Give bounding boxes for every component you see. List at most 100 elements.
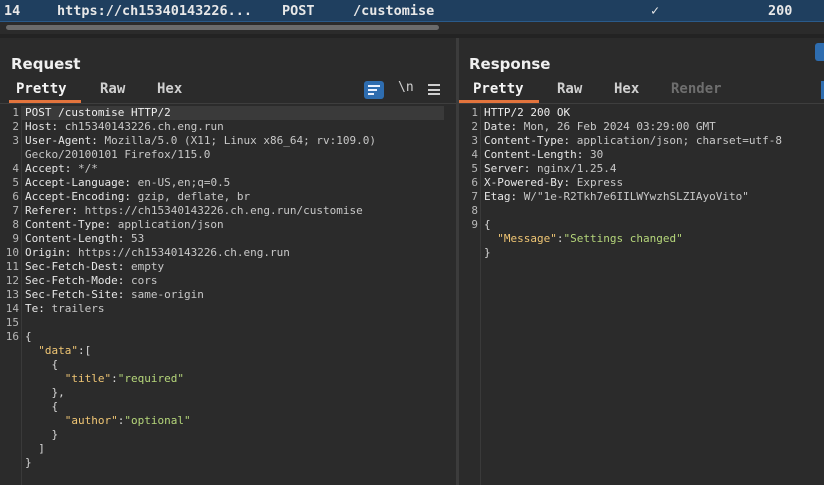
tab-response-raw[interactable]: Raw xyxy=(557,81,582,97)
scrollbar-thumb[interactable] xyxy=(6,25,439,30)
history-row-path: /customise xyxy=(353,3,435,19)
code-token: en-US,en;q=0.5 xyxy=(137,176,231,189)
code-token: } xyxy=(25,428,59,441)
tab-response-pretty[interactable]: Pretty xyxy=(473,81,524,97)
hamburger-menu-icon[interactable] xyxy=(428,84,440,95)
line-text: Content-Length: 30 xyxy=(484,148,603,162)
code-token: Server: xyxy=(484,162,537,175)
line-number: 3 xyxy=(12,134,19,147)
line-number: 15 xyxy=(5,316,19,329)
line-text: Te: trailers xyxy=(25,302,104,316)
wrap-lines-icon[interactable] xyxy=(364,81,384,99)
line-text: Sec-Fetch-Dest: empty xyxy=(25,260,164,274)
layout-toggle-button[interactable] xyxy=(815,43,824,61)
line-number: 11 xyxy=(5,260,19,273)
line-text: Origin: https://ch15340143226.ch.eng.run xyxy=(25,246,290,260)
code-token: nginx/1.25.4 xyxy=(536,162,617,175)
line-number: 14 xyxy=(5,302,19,315)
line-text: } xyxy=(25,428,58,442)
code-token: Accept-Language: xyxy=(25,176,138,189)
line-number: 8 xyxy=(12,218,19,231)
code-token: Sec-Fetch-Dest: xyxy=(25,260,131,273)
code-token: "author" xyxy=(64,414,118,427)
line-number: 8 xyxy=(471,204,478,217)
line-text: } xyxy=(25,456,32,470)
code-token: Accept-Encoding: xyxy=(25,190,138,203)
line-text: "author":"optional" xyxy=(25,414,191,428)
response-pane: Response Pretty Raw Hex Render 1 HTTP/2 2… xyxy=(459,38,824,485)
line-number: 6 xyxy=(471,176,478,189)
tab-strip-divider xyxy=(0,103,456,104)
line-text: HTTP/2 200 OK xyxy=(484,106,570,120)
code-token: W/"1e-R2Tkh7e6IILWYwzhSLZIAyoVito" xyxy=(523,190,749,203)
code-token: } xyxy=(484,246,491,259)
newline-toggle-button[interactable]: \n xyxy=(398,80,414,95)
code-token: trailers xyxy=(51,302,105,315)
line-text: User-Agent: Mozilla/5.0 (X11; Linux x86_… xyxy=(25,134,376,148)
tab-response-hex[interactable]: Hex xyxy=(614,81,639,97)
code-token: Sec-Fetch-Site: xyxy=(25,288,131,301)
response-editor[interactable]: 1 HTTP/2 200 OK 2 Date: Mon, 26 Feb 2024 03… xyxy=(459,106,824,485)
code-token: application/json xyxy=(117,218,224,231)
tab-request-raw[interactable]: Raw xyxy=(100,81,125,97)
line-text: Date: Mon, 26 Feb 2024 03:29:00 GMT xyxy=(484,120,716,134)
line-number: 16 xyxy=(5,330,19,343)
code-token: Host: xyxy=(25,120,65,133)
code-token: Referer: xyxy=(25,204,85,217)
code-token: gzip, deflate, br xyxy=(137,190,251,203)
code-token: Content-Type: xyxy=(25,218,118,231)
history-row-number: 14 xyxy=(4,3,21,19)
request-editor[interactable]: 1 POST /customise HTTP/2 2 Host: ch15340143… xyxy=(0,106,456,485)
code-token: "title" xyxy=(64,372,112,385)
code-token: Express xyxy=(576,176,624,189)
line-number: 4 xyxy=(471,148,478,161)
code-token: Origin: xyxy=(25,246,78,259)
code-token: Date: xyxy=(484,120,524,133)
line-number: 9 xyxy=(471,218,478,231)
line-number: 1 xyxy=(12,106,19,119)
line-text: Gecko/20100101 Firefox/115.0 xyxy=(25,148,210,162)
line-text: Content-Type: application/json; charset=… xyxy=(484,134,782,148)
tab-response-render[interactable]: Render xyxy=(671,81,722,97)
code-token: ch15340143226.ch.eng.run xyxy=(64,120,224,133)
line-text: Server: nginx/1.25.4 xyxy=(484,162,616,176)
history-row-selected[interactable]: 14 https://ch15340143226... POST /custom… xyxy=(0,0,824,22)
code-token: "required" xyxy=(117,372,184,385)
code-token: Mozilla/5.0 (X11; Linux x86_64; rv:109.0… xyxy=(104,134,377,147)
code-token: } xyxy=(25,456,32,469)
horizontal-scrollbar[interactable] xyxy=(0,22,824,34)
line-text: { xyxy=(25,330,32,344)
code-token: { xyxy=(484,218,491,231)
code-token: 53 xyxy=(130,232,145,245)
line-number: 10 xyxy=(5,246,19,259)
code-token: { xyxy=(25,330,32,343)
line-number: 1 xyxy=(471,106,478,119)
line-text: { xyxy=(25,358,58,372)
line-text: POST /customise HTTP/2 xyxy=(25,106,171,120)
code-token: Etag: xyxy=(484,190,524,203)
code-token: }, xyxy=(25,386,65,399)
request-title: Request xyxy=(11,55,81,73)
code-token: same-origin xyxy=(130,288,204,301)
line-number: 4 xyxy=(12,162,19,175)
tab-request-pretty[interactable]: Pretty xyxy=(16,81,67,97)
line-number: 6 xyxy=(12,190,19,203)
code-token: Sec-Fetch-Mode: xyxy=(25,274,131,287)
code-token: Mon, 26 Feb 2024 03:29:00 GMT xyxy=(523,120,716,133)
line-text: { xyxy=(484,218,491,232)
line-text: }, xyxy=(25,386,65,400)
code-token: ] xyxy=(25,442,45,455)
line-number: 9 xyxy=(12,232,19,245)
code-token: "Settings changed" xyxy=(563,232,683,245)
code-token: Gecko/20100101 Firefox/115.0 xyxy=(25,148,211,161)
line-text: } xyxy=(484,246,491,260)
line-text: Accept-Language: en-US,en;q=0.5 xyxy=(25,176,230,190)
line-text: Content-Type: application/json xyxy=(25,218,224,232)
code-token: User-Agent: xyxy=(25,134,105,147)
line-text: Accept: */* xyxy=(25,162,98,176)
code-token: https://ch15340143226.ch.eng.run xyxy=(77,246,290,259)
tab-request-hex[interactable]: Hex xyxy=(157,81,182,97)
